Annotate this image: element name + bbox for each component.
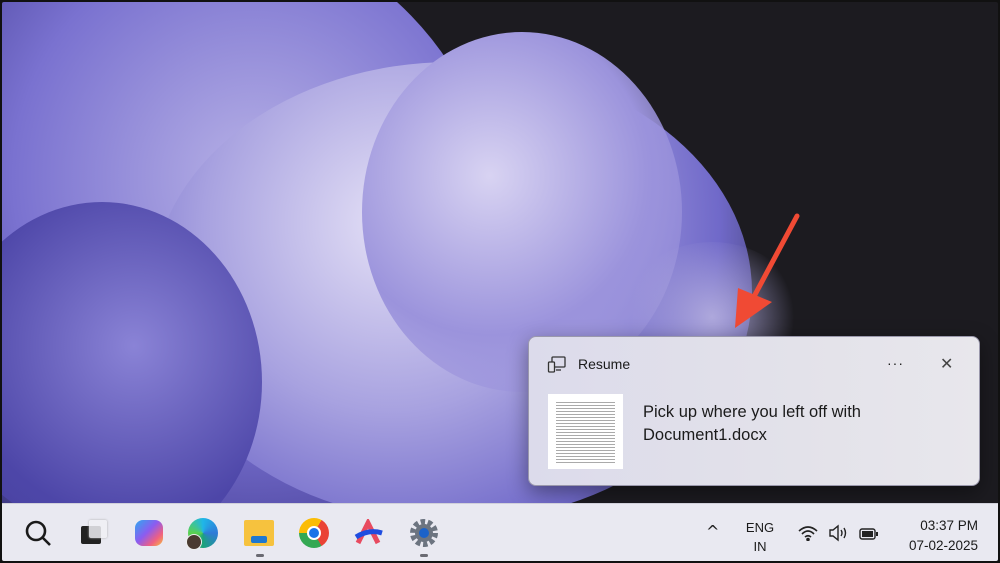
phone-pc-icon [547, 355, 567, 380]
volume-icon[interactable] [828, 524, 850, 547]
notification-message: Pick up where you left off with Document… [643, 403, 861, 444]
region-code: IN [753, 539, 767, 554]
date-text: 07-02-2025 [908, 538, 978, 553]
language-code: ENG [745, 520, 775, 535]
edge-icon[interactable] [186, 516, 220, 550]
battery-icon[interactable] [859, 527, 879, 545]
language-indicator[interactable]: ENG IN [742, 518, 778, 556]
document-thumbnail [548, 394, 623, 469]
desktop: Resume ··· ✕ Pick up where you left off … [2, 2, 998, 561]
app-icon[interactable] [352, 516, 386, 550]
resume-notification[interactable]: Resume ··· ✕ Pick up where you left off … [528, 336, 980, 486]
show-hidden-icons-button[interactable]: ^ [706, 522, 719, 541]
copilot-icon[interactable] [132, 516, 166, 550]
more-options-button[interactable]: ··· [887, 355, 904, 371]
wifi-icon[interactable] [798, 525, 818, 546]
notification-app-name: Resume [578, 356, 631, 372]
running-indicator [256, 554, 264, 557]
close-button[interactable]: ✕ [940, 354, 953, 374]
file-explorer-icon[interactable] [242, 516, 276, 550]
clock[interactable]: 03:37 PM 07-02-2025 [909, 516, 978, 556]
settings-icon[interactable] [407, 516, 441, 550]
taskbar: ^ ENG IN 03:37 PM 07-02-2025 [2, 503, 998, 561]
time-text: 03:37 PM [920, 518, 978, 533]
task-view-icon[interactable] [76, 516, 110, 550]
chrome-icon[interactable] [297, 516, 331, 550]
search-icon[interactable] [21, 516, 55, 550]
running-indicator [420, 554, 428, 557]
